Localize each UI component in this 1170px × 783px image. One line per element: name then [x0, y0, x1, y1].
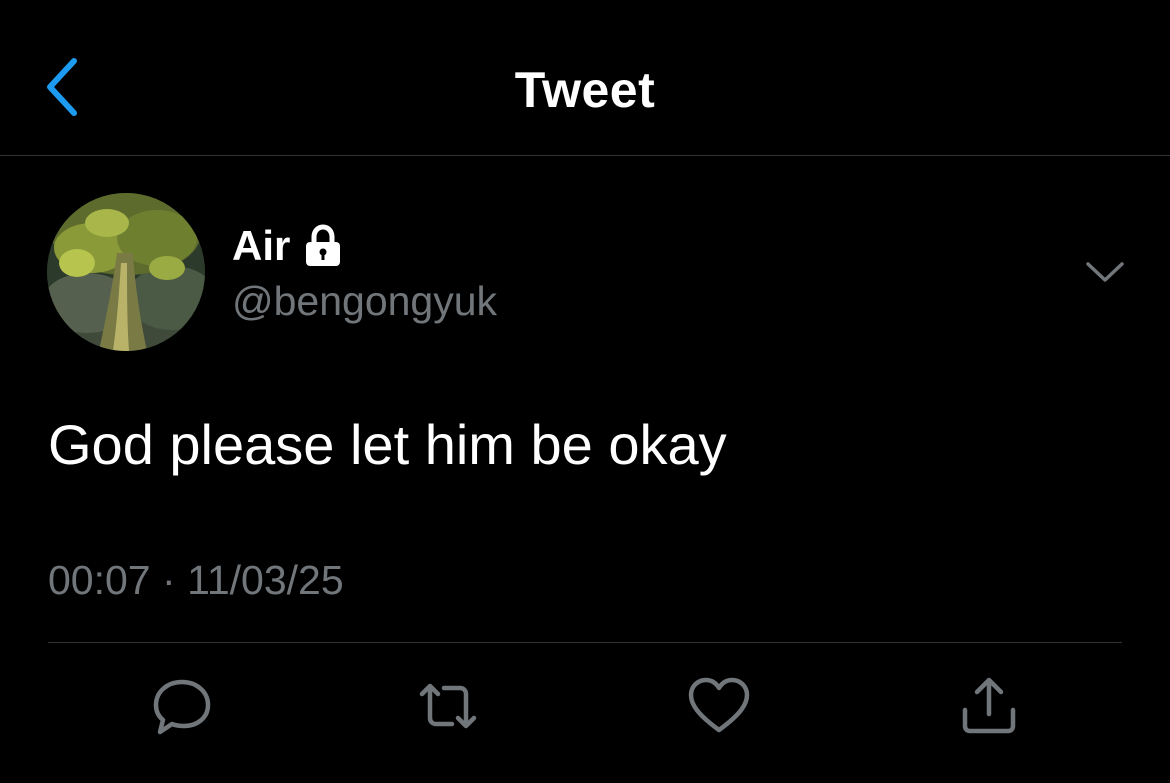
reply-button[interactable]: [150, 674, 214, 738]
tweet-text: God please let him be okay: [48, 413, 727, 476]
retweet-button[interactable]: [416, 674, 480, 738]
author-name-row: Air: [232, 220, 342, 272]
user-handle[interactable]: @bengongyuk: [232, 276, 497, 326]
share-button[interactable]: [957, 674, 1021, 738]
tweet-date: 11/03/25: [187, 557, 344, 603]
tweet-time: 00:07: [48, 557, 151, 603]
page-title: Tweet: [514, 62, 656, 118]
avatar-tree-image: [47, 193, 205, 351]
chevron-down-icon: [1086, 262, 1124, 282]
tweet-menu-button[interactable]: [1082, 252, 1128, 292]
tweet-detail: Air @bengongyuk God please let him be ok…: [0, 156, 1170, 783]
tweet-timestamp: 00:07 · 11/03/25: [48, 556, 344, 604]
meta-separator: ·: [162, 557, 176, 603]
avatar[interactable]: [47, 193, 205, 351]
display-name[interactable]: Air: [232, 222, 290, 270]
like-button[interactable]: [687, 674, 751, 738]
share-icon: [962, 677, 1016, 734]
divider: [48, 642, 1122, 643]
tweet-action-bar: [0, 674, 1170, 744]
reply-icon: [153, 679, 211, 735]
navigation-bar: Tweet: [0, 0, 1170, 156]
retweet-icon: [419, 683, 477, 729]
lock-icon: [306, 224, 341, 266]
heart-icon: [688, 677, 750, 733]
